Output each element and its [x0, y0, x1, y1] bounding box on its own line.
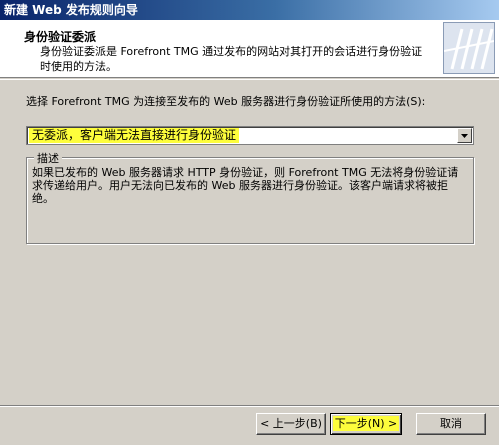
wizard-logo-icon: [443, 22, 495, 74]
window-title: 新建 Web 发布规则向导: [4, 3, 138, 17]
chevron-down-icon: [461, 134, 468, 138]
method-prompt-label: 选择 Forefront TMG 为连接至发布的 Web 服务器进行身份验证所使…: [26, 95, 426, 108]
header-divider: [0, 79, 499, 80]
cancel-button[interactable]: 取消: [416, 413, 486, 435]
description-text: 如果已发布的 Web 服务器请求 HTTP 身份验证，则 Forefront T…: [32, 166, 459, 205]
description-legend: 描述: [34, 150, 62, 166]
title-bar: 新建 Web 发布规则向导: [0, 0, 499, 20]
delegation-method-dropdown[interactable]: 无委派，客户端无法直接进行身份验证: [26, 126, 474, 145]
dropdown-selected-value: 无委派，客户端无法直接进行身份验证: [29, 128, 240, 143]
next-button-label: 下一步(N) >: [332, 416, 400, 431]
back-button[interactable]: < 上一步(B): [256, 413, 326, 435]
footer-divider: [0, 405, 499, 407]
wizard-window: 新建 Web 发布规则向导 身份验证委派 身份验证委派是 Forefront T…: [0, 0, 499, 445]
dropdown-arrow-button[interactable]: [457, 128, 472, 143]
header-description: 身份验证委派是 Forefront TMG 通过发布的网站对其打开的会话进行身份…: [40, 45, 423, 73]
wizard-header: 身份验证委派 身份验证委派是 Forefront TMG 通过发布的网站对其打开…: [0, 20, 499, 78]
header-title: 身份验证委派: [24, 30, 97, 44]
next-button[interactable]: 下一步(N) >: [330, 413, 402, 435]
